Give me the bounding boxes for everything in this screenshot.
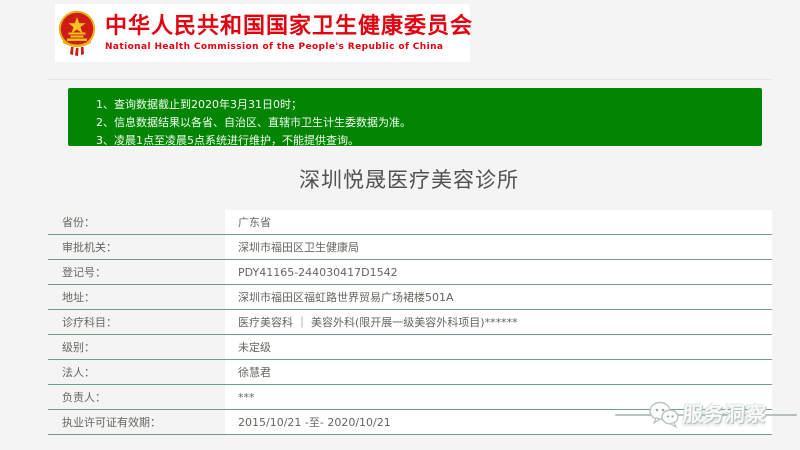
table-row: 地址： 深圳市福田区福虹路世界贸易广场裙楼501A (48, 285, 772, 310)
site-title: 中华人民共和国国家卫生健康委员会 (105, 13, 474, 39)
table-row: 登记号： PDY41165-244030417D1542 (48, 260, 772, 285)
header-divider (48, 79, 772, 80)
field-label: 执业许可证有效期： (48, 410, 225, 434)
table-row: 执业许可证有效期： 2015/10/21 -至- 2020/10/21 (48, 410, 772, 435)
field-value: 深圳市福田区卫生健康局 (238, 241, 359, 254)
details-table: 省份： 广东省 审批机关： 深圳市福田区卫生健康局 登记号： PDY41165-24403… (48, 210, 772, 435)
field-value: 广东省 (238, 216, 271, 229)
notice-line: 3、凌晨1点至凌晨5点系统进行维护，不能提供查询。 (96, 134, 359, 147)
table-row: 诊疗科目： 医疗美容科 ｜ 美容外科(限开展一级美容外科项目)****** (48, 310, 772, 335)
notice-line: 2、信息数据结果以各省、自治区、直辖市卫生计生委数据为准。 (96, 116, 411, 129)
field-value: 徐慧君 (238, 366, 271, 379)
field-value: *** (238, 390, 255, 404)
field-label: 地址： (48, 285, 225, 309)
field-value: 深圳市福田区福虹路世界贸易广场裙楼501A (238, 291, 454, 304)
site-header: 中华人民共和国国家卫生健康委员会 National Health Commiss… (55, 4, 474, 62)
field-label: 法人： (48, 360, 225, 384)
field-value: 未定级 (238, 341, 271, 354)
table-row: 审批机关： 深圳市福田区卫生健康局 (48, 235, 772, 260)
table-row: 负责人： *** (48, 385, 772, 410)
notice-line: 1、查询数据截止到2020年3月31日0时； (96, 98, 302, 111)
field-label: 诊疗科目： (48, 310, 225, 334)
notice-box: 1、查询数据截止到2020年3月31日0时； 2、信息数据结果以各省、自治区、直辖… (68, 88, 762, 147)
table-row: 省份： 广东省 (48, 210, 772, 235)
field-value: 医疗美容科 ｜ 美容外科(限开展一级美容外科项目)****** (238, 316, 518, 329)
field-label: 审批机关： (48, 235, 225, 259)
field-label: 登记号： (48, 260, 225, 284)
page-title: 深圳悦晟医疗美容诊所 (299, 168, 519, 192)
table-row: 级别： 未定级 (48, 335, 772, 360)
field-label: 省份： (48, 210, 225, 234)
field-value: 2015/10/21 -至- 2020/10/21 (238, 416, 391, 429)
field-label: 负责人： (48, 385, 225, 409)
table-row: 法人： 徐慧君 (48, 360, 772, 385)
prc-national-emblem-icon (58, 10, 96, 56)
field-label: 级别： (48, 335, 225, 359)
header-titles: 中华人民共和国国家卫生健康委员会 National Health Commiss… (105, 13, 474, 52)
field-value: PDY41165-244030417D1542 (238, 265, 398, 279)
site-subtitle: National Health Commission of the People… (105, 41, 444, 52)
page: 中华人民共和国国家卫生健康委员会 National Health Commiss… (0, 0, 800, 450)
